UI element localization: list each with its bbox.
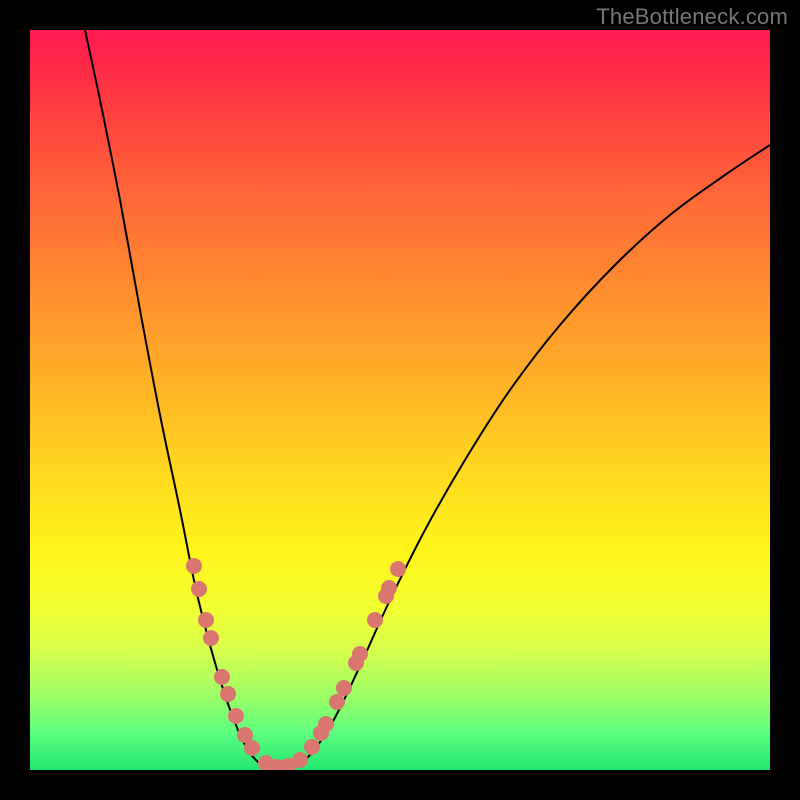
marker-dot [214,669,230,685]
marker-dot [244,740,260,756]
marker-dot [191,581,207,597]
marker-dot [228,708,244,724]
marker-dot [318,716,334,732]
marker-dot [329,694,345,710]
chart-frame: TheBottleneck.com [0,0,800,800]
marker-dot [203,630,219,646]
plot-area [30,30,770,770]
marker-dot [381,580,397,596]
watermark-text: TheBottleneck.com [596,4,788,30]
marker-dot [367,612,383,628]
marker-dot [352,646,368,662]
marker-dot [390,561,406,577]
chart-svg [30,30,770,770]
marker-dot [336,680,352,696]
marker-dot [198,612,214,628]
marker-dot [304,739,320,755]
marker-dot [220,686,236,702]
marker-group [186,558,406,770]
marker-dot [186,558,202,574]
marker-dot [292,752,308,768]
bottleneck-curve [85,30,770,770]
